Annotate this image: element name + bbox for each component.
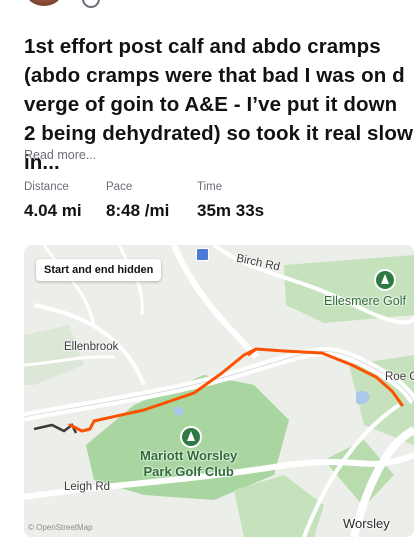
stat-label: Distance [24, 181, 69, 193]
map-label-roe: Roe C [385, 371, 414, 383]
golf-club-line2: Park Golf Club [143, 464, 234, 479]
map-attribution: © OpenStreetMap [28, 523, 93, 532]
map-label-ellesmere-golf: Ellesmere Golf [324, 294, 406, 308]
golf-club-line1: Mariott Worsley [140, 448, 238, 463]
map-canvas [24, 245, 414, 537]
start-end-hidden-badge: Start and end hidden [36, 259, 162, 281]
route-map[interactable]: Start and end hidden Birch Rd Ellesmere … [24, 245, 414, 537]
map-label-golf-club: Mariott Worsley Park Golf Club [140, 448, 237, 480]
stat-value: 4.04 mi [24, 201, 82, 220]
activity-header-strip [0, 0, 419, 8]
stat-value: 35m 33s [197, 201, 265, 220]
read-more-link[interactable]: Read more... [24, 148, 96, 162]
stat-time: Time 35m 33s [197, 181, 264, 221]
stat-pace: Pace 8:48 /mi [106, 181, 169, 221]
avatar[interactable] [26, 0, 62, 6]
tree-icon [374, 269, 396, 291]
clock-icon [82, 0, 100, 8]
stat-value: 8:48 /mi [106, 201, 170, 220]
stat-distance: Distance 4.04 mi [24, 181, 82, 221]
map-label-leigh-rd: Leigh Rd [64, 481, 111, 493]
transit-icon [196, 248, 209, 261]
map-label-worsley: Worsley [343, 516, 390, 531]
stat-label: Time [197, 181, 223, 193]
stat-label: Pace [106, 181, 133, 193]
tree-icon [180, 426, 202, 448]
map-label-ellenbrook: Ellenbrook [64, 341, 119, 353]
